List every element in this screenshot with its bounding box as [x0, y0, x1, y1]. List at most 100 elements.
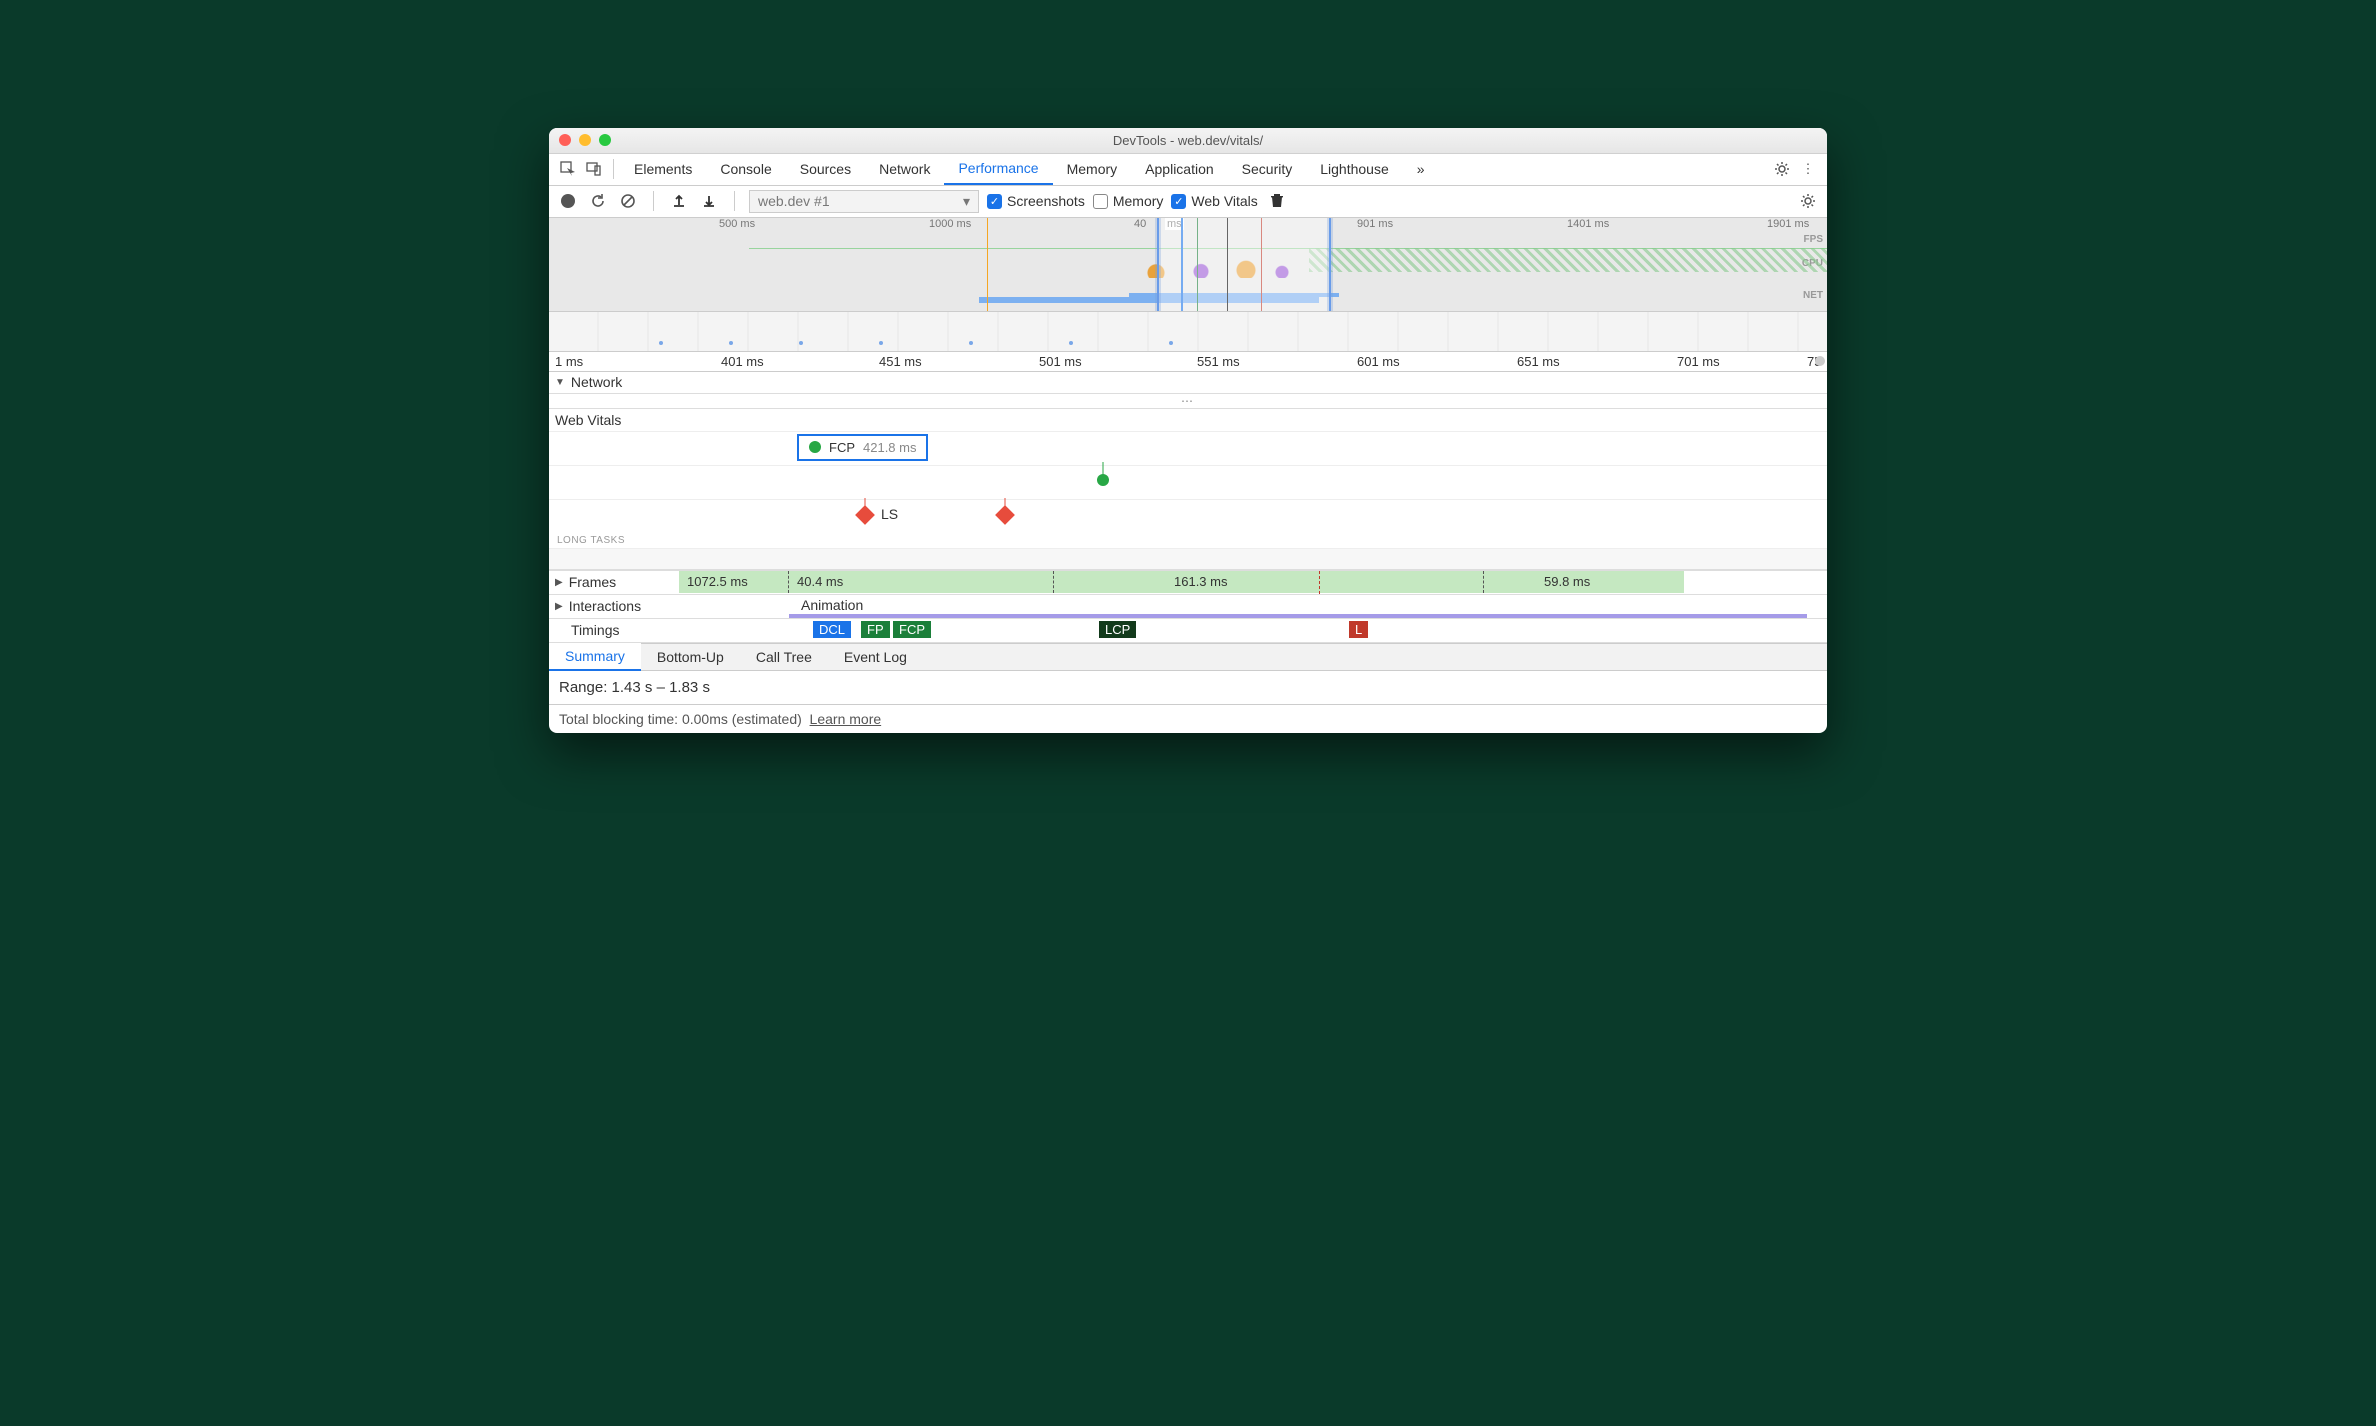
tab-performance[interactable]: Performance — [944, 153, 1052, 185]
recording-select[interactable]: web.dev #1 ▾ — [749, 190, 979, 213]
webvitals-row-fcp: FCP 421.8 ms — [549, 431, 1827, 465]
device-toggle-icon[interactable] — [581, 161, 607, 177]
frame-segment[interactable]: 1072.5 ms — [679, 571, 789, 593]
memory-checkbox[interactable]: Memory — [1093, 193, 1164, 209]
detail-tab-summary[interactable]: Summary — [549, 643, 641, 671]
load-profile-button[interactable] — [668, 190, 690, 212]
frames-track-header[interactable]: ▶ Frames 1072.5 ms 40.4 ms 161.3 ms 59.8… — [549, 571, 1827, 595]
reload-record-button[interactable] — [587, 190, 609, 212]
tab-memory[interactable]: Memory — [1053, 153, 1132, 185]
perf-toolbar: web.dev #1 ▾ ✓ Screenshots Memory ✓ Web … — [549, 186, 1827, 218]
overview-tick: 500 ms — [719, 218, 755, 230]
frame-segment[interactable]: 40.4 ms — [789, 571, 1054, 593]
longtasks-header: LONG TASKS — [549, 533, 1827, 548]
tab-lighthouse[interactable]: Lighthouse — [1306, 153, 1403, 185]
longtasks-row — [549, 548, 1827, 570]
detail-tab-bottomup[interactable]: Bottom-Up — [641, 643, 740, 671]
kebab-icon[interactable]: ⋮ — [1795, 161, 1821, 177]
chevron-right-icon: ▶ — [555, 577, 563, 588]
tab-console[interactable]: Console — [706, 153, 785, 185]
interactions-track-header[interactable]: ▶ Interactions Animation — [549, 595, 1827, 619]
tab-security[interactable]: Security — [1228, 153, 1307, 185]
screenshots-checkbox[interactable]: ✓ Screenshots — [987, 193, 1085, 209]
vital-dot-icon — [809, 441, 821, 453]
record-button[interactable] — [557, 190, 579, 212]
minimize-icon[interactable] — [579, 134, 591, 146]
divider — [734, 191, 735, 211]
overview-tick: 901 ms — [1357, 218, 1393, 230]
detail-tabs: Summary Bottom-Up Call Tree Event Log — [549, 643, 1827, 671]
summary-range: Range: 1.43 s – 1.83 s — [559, 679, 1817, 696]
tab-sources[interactable]: Sources — [786, 153, 865, 185]
detail-tab-eventlog[interactable]: Event Log — [828, 643, 923, 671]
tab-application[interactable]: Application — [1131, 153, 1228, 185]
timing-badge-fp[interactable]: FP — [861, 621, 890, 638]
learn-more-link[interactable]: Learn more — [810, 711, 882, 727]
network-track-header[interactable]: ▼ Network — [549, 372, 1827, 394]
ruler-tick: 401 ms — [721, 354, 764, 369]
webvitals-track-header[interactable]: Web Vitals — [549, 409, 1827, 431]
ls-marker[interactable] — [995, 505, 1015, 525]
chevron-down-icon: ▾ — [963, 193, 970, 210]
tbt-text: Total blocking time: 0.00ms (estimated) — [559, 711, 802, 727]
summary-footer: Total blocking time: 0.00ms (estimated) … — [549, 704, 1827, 733]
checkbox-icon: ✓ — [987, 194, 1002, 209]
ls-label: LS — [881, 506, 898, 522]
overview-viewport[interactable] — [1157, 218, 1331, 311]
tab-elements[interactable]: Elements — [620, 153, 706, 185]
close-icon[interactable] — [559, 134, 571, 146]
delete-icon[interactable] — [1266, 190, 1288, 212]
webvitals-checkbox[interactable]: ✓ Web Vitals — [1171, 193, 1257, 209]
screenshots-label: Screenshots — [1007, 193, 1085, 209]
detail-tab-calltree[interactable]: Call Tree — [740, 643, 828, 671]
tab-network[interactable]: Network — [865, 153, 944, 185]
save-profile-button[interactable] — [698, 190, 720, 212]
webvitals-label: Web Vitals — [555, 412, 621, 428]
ruler-tick: 501 ms — [1039, 354, 1082, 369]
checkbox-icon: ✓ — [1171, 194, 1186, 209]
timing-badge-dcl[interactable]: DCL — [813, 621, 851, 638]
scrollbar-thumb[interactable] — [1815, 356, 1825, 366]
fcp-label: FCP — [829, 440, 855, 455]
titlebar: DevTools - web.dev/vitals/ — [549, 128, 1827, 154]
clear-button[interactable] — [617, 190, 639, 212]
time-ruler[interactable]: 1 ms 401 ms 451 ms 501 ms 551 ms 601 ms … — [549, 352, 1827, 372]
memory-label: Memory — [1113, 193, 1164, 209]
lane-label-net: NET — [1803, 290, 1823, 301]
interaction-bar[interactable] — [789, 614, 1807, 618]
overview-tick: 1401 ms — [1567, 218, 1609, 230]
ruler-tick: 651 ms — [1517, 354, 1560, 369]
overview-tick: 40 — [1134, 218, 1146, 230]
frames-track[interactable]: 1072.5 ms 40.4 ms 161.3 ms 59.8 ms — [679, 571, 1807, 593]
timings-track-header[interactable]: Timings DCL FP FCP LCP L — [549, 619, 1827, 643]
timing-badge-l[interactable]: L — [1349, 621, 1368, 638]
viewport-handle-left[interactable] — [1155, 218, 1161, 311]
webvitals-lane: FCP 421.8 ms LS LONG TASKS — [549, 431, 1827, 571]
frame-segment[interactable]: 161.3 ms — [1054, 571, 1484, 593]
settings-gear-icon[interactable] — [1797, 190, 1819, 212]
screenshot-filmstrip[interactable] — [549, 312, 1827, 352]
timing-badge-fcp[interactable]: FCP — [893, 621, 931, 638]
tabs-overflow[interactable]: » — [1403, 153, 1439, 185]
ls-marker[interactable] — [855, 505, 875, 525]
frames-label: Frames — [569, 574, 616, 590]
overview-strip[interactable]: 500 ms 1000 ms 40 ms 901 ms 1401 ms 1901… — [549, 218, 1827, 312]
lcp-marker[interactable] — [1097, 474, 1109, 486]
interaction-item[interactable]: Animation — [801, 597, 863, 613]
timing-badge-lcp[interactable]: LCP — [1099, 621, 1136, 638]
overview-tick: 1000 ms — [929, 218, 971, 230]
chevron-down-icon: ▼ — [555, 377, 565, 388]
inspect-icon[interactable] — [555, 161, 581, 177]
ruler-tick: 1 ms — [555, 354, 583, 369]
checkbox-icon — [1093, 194, 1108, 209]
gear-icon[interactable] — [1769, 161, 1795, 177]
interactions-label: Interactions — [569, 598, 641, 614]
frame-segment[interactable]: 59.8 ms — [1484, 571, 1684, 593]
fcp-marker[interactable]: FCP 421.8 ms — [797, 434, 928, 461]
window-title: DevTools - web.dev/vitals/ — [549, 133, 1827, 148]
collapsed-indicator: ⋯ — [549, 394, 1827, 409]
ruler-tick: 451 ms — [879, 354, 922, 369]
zoom-icon[interactable] — [599, 134, 611, 146]
marker-line — [987, 218, 988, 311]
viewport-handle-right[interactable] — [1327, 218, 1333, 311]
